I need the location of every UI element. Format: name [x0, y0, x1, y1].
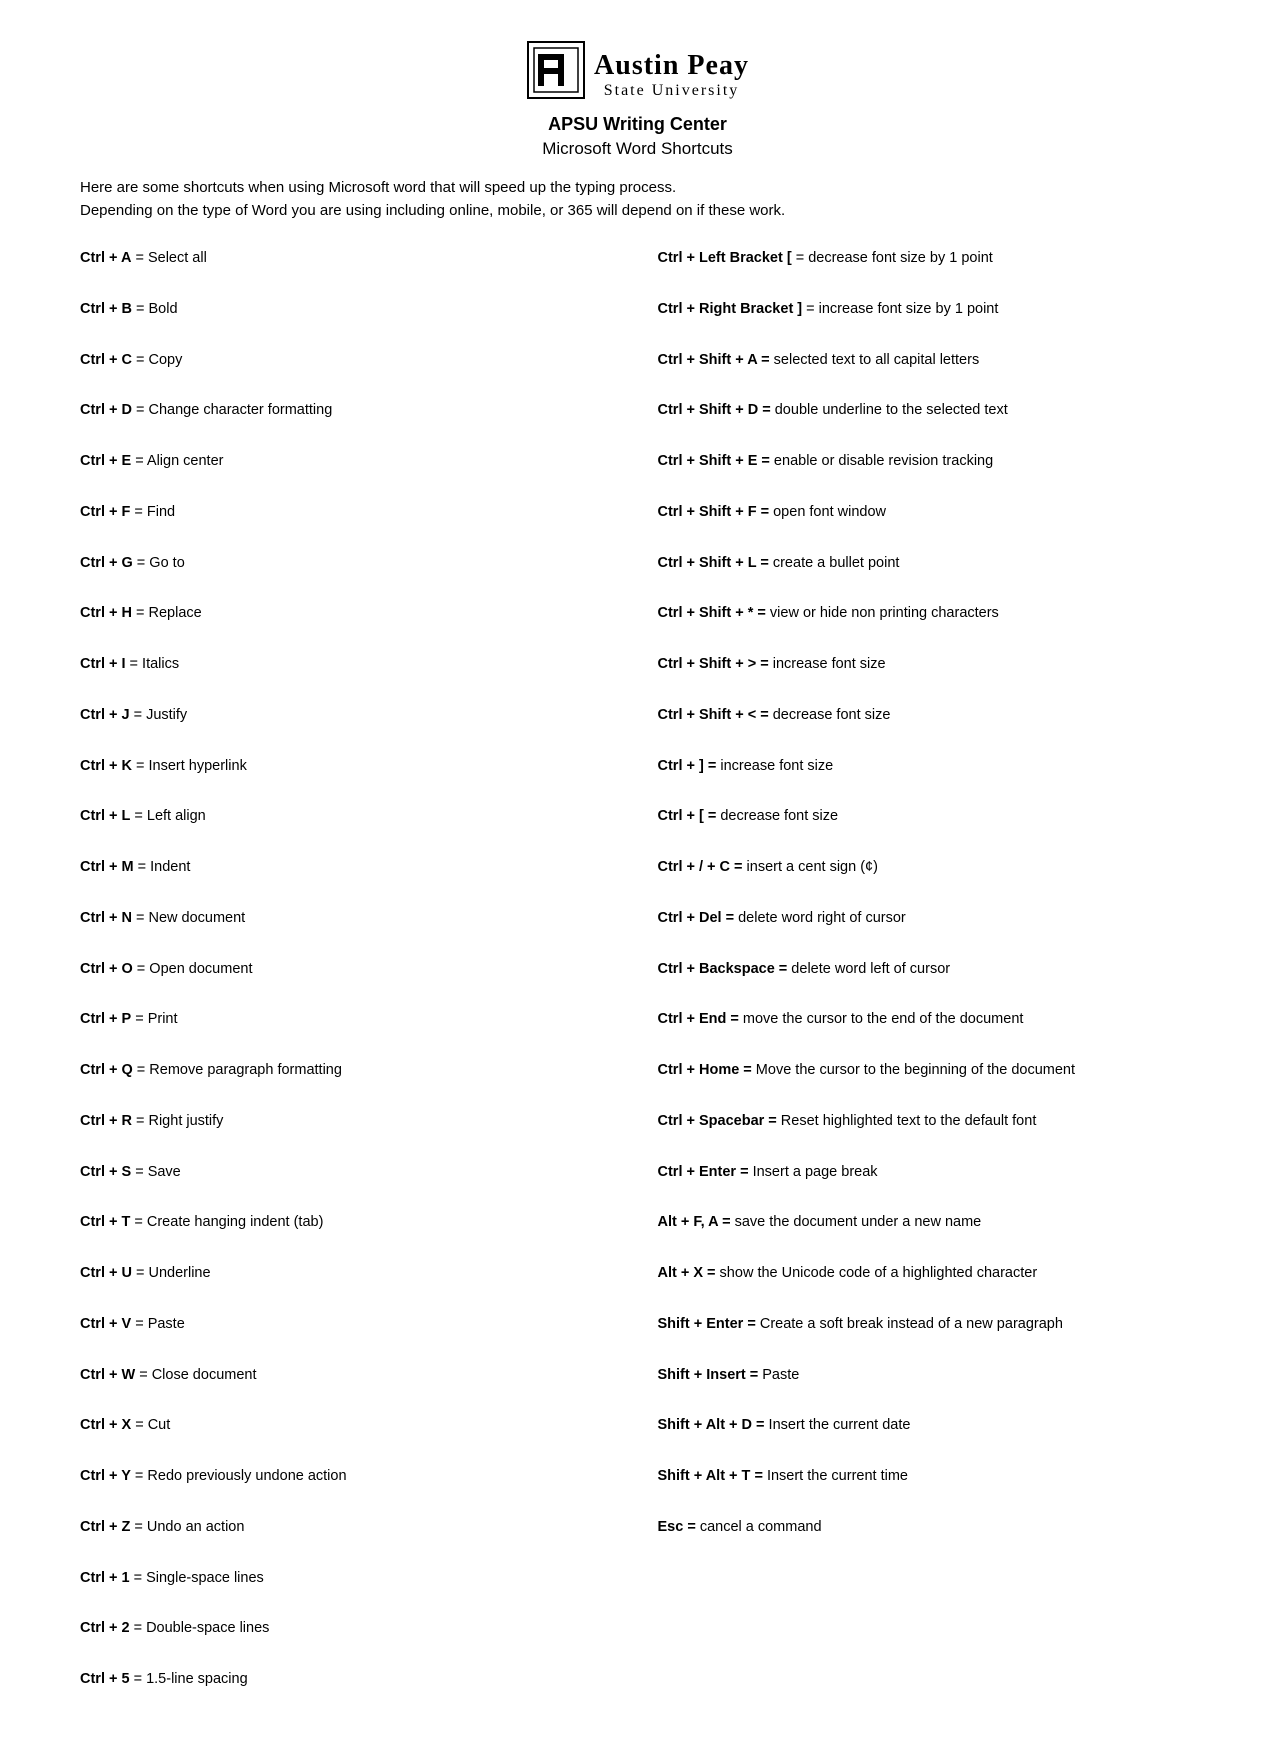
list-item: Ctrl + Shift + < = decrease font size [658, 703, 1196, 728]
list-item: Ctrl + V = Paste [80, 1312, 618, 1337]
page-header: Austin Peay State University APSU Writin… [80, 40, 1195, 159]
list-item: Ctrl + G = Go to [80, 551, 618, 576]
list-item: Shift + Enter = Create a soft break inst… [658, 1312, 1196, 1337]
list-item: Ctrl + Q = Remove paragraph formatting [80, 1058, 618, 1083]
list-item: Ctrl + 5 = 1.5-line spacing [80, 1667, 618, 1692]
list-item: Ctrl + Home = Move the cursor to the beg… [658, 1058, 1196, 1083]
list-item: Ctrl + [ = decrease font size [658, 804, 1196, 829]
list-item: Shift + Insert = Paste [658, 1363, 1196, 1388]
list-item: Ctrl + Shift + E = enable or disable rev… [658, 449, 1196, 474]
list-item: Ctrl + 2 = Double-space lines [80, 1616, 618, 1641]
list-item: Ctrl + Enter = Insert a page break [658, 1160, 1196, 1185]
shortcuts-left-col: Ctrl + A = Select all Ctrl + B = Bold Ct… [80, 246, 618, 1718]
shortcuts-grid: Ctrl + A = Select all Ctrl + B = Bold Ct… [80, 246, 1195, 1718]
list-item: Ctrl + Shift + D = double underline to t… [658, 398, 1196, 423]
list-item: Ctrl + P = Print [80, 1007, 618, 1032]
list-item: Ctrl + J = Justify [80, 703, 618, 728]
list-item: Ctrl + L = Left align [80, 804, 618, 829]
list-item: Ctrl + C = Copy [80, 348, 618, 373]
list-item: Ctrl + O = Open document [80, 957, 618, 982]
list-item: Ctrl + U = Underline [80, 1261, 618, 1286]
list-item: Ctrl + H = Replace [80, 601, 618, 626]
list-item: Ctrl + R = Right justify [80, 1109, 618, 1134]
list-item: Ctrl + K = Insert hyperlink [80, 754, 618, 779]
list-item: Ctrl + I = Italics [80, 652, 618, 677]
list-item: Ctrl + End = move the cursor to the end … [658, 1007, 1196, 1032]
logo-icon [526, 40, 586, 110]
list-item: Ctrl + Backspace = delete word left of c… [658, 957, 1196, 982]
intro-text: Here are some shortcuts when using Micro… [80, 177, 1195, 222]
list-item: Ctrl + Shift + F = open font window [658, 500, 1196, 525]
list-item: Ctrl + Shift + * = view or hide non prin… [658, 601, 1196, 626]
center-title: APSU Writing Center [80, 114, 1195, 135]
list-item: Ctrl + A = Select all [80, 246, 618, 271]
list-item: Ctrl + D = Change character formatting [80, 398, 618, 423]
list-item: Alt + F, A = save the document under a n… [658, 1210, 1196, 1235]
list-item: Ctrl + T = Create hanging indent (tab) [80, 1210, 618, 1235]
list-item: Shift + Alt + D = Insert the current dat… [658, 1413, 1196, 1438]
page-subtitle: Microsoft Word Shortcuts [80, 139, 1195, 159]
list-item: Ctrl + Spacebar = Reset highlighted text… [658, 1109, 1196, 1134]
list-item: Ctrl + Right Bracket ] = increase font s… [658, 297, 1196, 322]
list-item: Ctrl + / + C = insert a cent sign (¢) [658, 855, 1196, 880]
list-item: Ctrl + X = Cut [80, 1413, 618, 1438]
list-item: Esc = cancel a command [658, 1515, 1196, 1540]
list-item: Ctrl + N = New document [80, 906, 618, 931]
logo-text: Austin Peay State University [594, 51, 749, 99]
list-item: Alt + X = show the Unicode code of a hig… [658, 1261, 1196, 1286]
logo-container: Austin Peay State University [80, 40, 1195, 110]
list-item: Ctrl + Y = Redo previously undone action [80, 1464, 618, 1489]
shortcuts-right-col: Ctrl + Left Bracket [ = decrease font si… [658, 246, 1196, 1718]
list-item: Ctrl + Shift + > = increase font size [658, 652, 1196, 677]
list-item: Ctrl + Shift + A = selected text to all … [658, 348, 1196, 373]
list-item: Ctrl + B = Bold [80, 297, 618, 322]
list-item: Ctrl + S = Save [80, 1160, 618, 1185]
list-item: Ctrl + M = Indent [80, 855, 618, 880]
list-item: Ctrl + 1 = Single-space lines [80, 1566, 618, 1591]
list-item: Ctrl + Del = delete word right of cursor [658, 906, 1196, 931]
list-item: Ctrl + Z = Undo an action [80, 1515, 618, 1540]
list-item: Shift + Alt + T = Insert the current tim… [658, 1464, 1196, 1489]
logo-sub-text: State University [594, 82, 749, 100]
list-item: Ctrl + ] = increase font size [658, 754, 1196, 779]
logo-main-text: Austin Peay [594, 51, 749, 82]
list-item: Ctrl + F = Find [80, 500, 618, 525]
list-item: Ctrl + Shift + L = create a bullet point [658, 551, 1196, 576]
list-item: Ctrl + Left Bracket [ = decrease font si… [658, 246, 1196, 271]
intro-line2: Depending on the type of Word you are us… [80, 202, 785, 219]
list-item: Ctrl + E = Align center [80, 449, 618, 474]
list-item: Ctrl + W = Close document [80, 1363, 618, 1388]
logo-svg [526, 40, 586, 100]
intro-line1: Here are some shortcuts when using Micro… [80, 179, 676, 196]
